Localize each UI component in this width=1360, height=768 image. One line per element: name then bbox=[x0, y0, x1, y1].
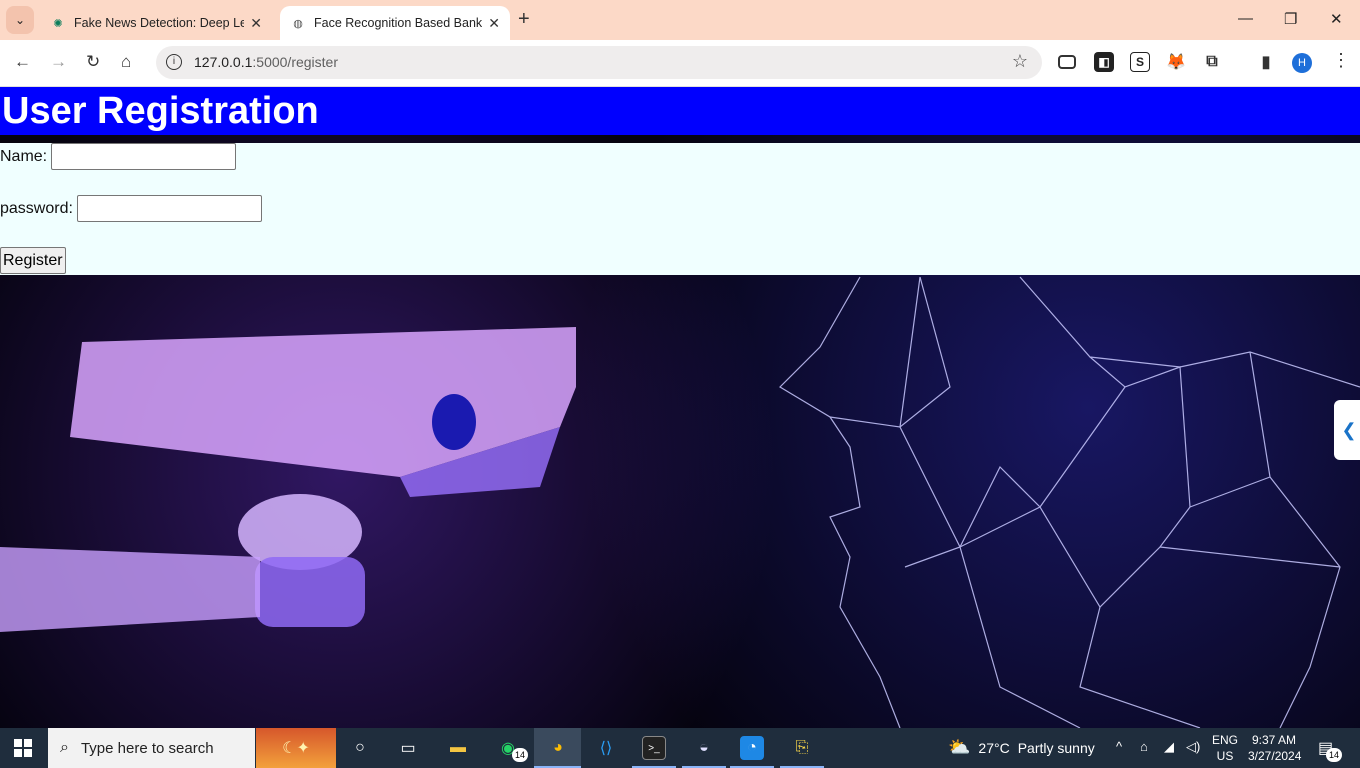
extension-icon[interactable]: ◧ bbox=[1094, 52, 1114, 72]
password-label: password: bbox=[0, 199, 73, 217]
meet-now-icon[interactable]: ⌂ bbox=[1140, 739, 1148, 754]
back-icon[interactable]: ← bbox=[14, 52, 31, 72]
registration-form: Name: password: Register bbox=[0, 143, 1360, 275]
restore-icon[interactable]: ❐ bbox=[1284, 10, 1297, 28]
vscode-icon[interactable]: ⟨⟩ bbox=[594, 736, 618, 760]
page-title: User Registration bbox=[2, 90, 319, 132]
close-icon[interactable]: ✕ bbox=[488, 15, 500, 32]
search-icon: ⌕ bbox=[60, 739, 69, 756]
python-icon[interactable]: ⎘ bbox=[790, 736, 814, 760]
weather-widget[interactable]: ⛅ 27°C Partly sunny bbox=[948, 737, 1095, 758]
puzzle-extensions-icon[interactable]: ⧉ bbox=[1202, 52, 1222, 72]
language-indicator[interactable]: ENG US bbox=[1212, 732, 1238, 764]
weather-text: Partly sunny bbox=[1017, 739, 1095, 756]
globe-icon: ◍ bbox=[293, 17, 303, 30]
more-menu-icon[interactable]: ⋮ bbox=[1332, 50, 1350, 71]
search-placeholder: Type here to search bbox=[80, 739, 214, 757]
forward-icon[interactable]: → bbox=[50, 52, 67, 72]
windows-start-icon[interactable] bbox=[14, 739, 32, 757]
reload-icon[interactable]: ↻ bbox=[86, 52, 100, 72]
tab-title: Fake News Detection: Deep Lea bbox=[74, 16, 245, 30]
home-icon[interactable]: ⌂ bbox=[121, 52, 131, 72]
tab-search-button[interactable]: ⌄ bbox=[6, 6, 34, 34]
task-view-icon[interactable]: ▭ bbox=[396, 736, 420, 760]
search-highlight-icon[interactable]: ☾✦ bbox=[256, 728, 336, 768]
profile-initial: H bbox=[1298, 57, 1306, 69]
register-button[interactable]: Register bbox=[0, 247, 66, 274]
s-extension-icon[interactable]: S bbox=[1130, 52, 1150, 72]
close-icon[interactable]: ✕ bbox=[250, 15, 262, 32]
notification-badge: 14 bbox=[1326, 748, 1342, 762]
tab-face-recognition[interactable]: ◍ Face Recognition Based Banking ✕ bbox=[280, 6, 510, 40]
url-host: 127.0.0.1 bbox=[194, 54, 253, 70]
file-explorer-icon[interactable]: ▬ bbox=[446, 736, 470, 760]
language-code: ENG bbox=[1212, 733, 1239, 747]
chevron-up-icon[interactable]: ^ bbox=[1116, 739, 1122, 754]
clock-date: 3/27/2024 bbox=[1248, 749, 1302, 763]
tab-fake-news[interactable]: ✺ Fake News Detection: Deep Lea ✕ bbox=[40, 6, 272, 40]
network-icon[interactable]: ◢ bbox=[1164, 739, 1174, 755]
anaconda-icon[interactable]: ◒ bbox=[692, 736, 716, 760]
partly-sunny-icon: ⛅ bbox=[948, 737, 971, 757]
chevron-left-icon: ❮ bbox=[1341, 419, 1357, 440]
chrome-icon[interactable]: ◕ bbox=[546, 736, 570, 760]
chevron-down-icon: ⌄ bbox=[14, 13, 26, 27]
taskbar-search[interactable]: ⌕ Type here to search bbox=[48, 728, 255, 768]
minimize-icon[interactable]: — bbox=[1238, 10, 1253, 27]
name-label: Name: bbox=[0, 147, 48, 165]
terminal-icon[interactable]: >_ bbox=[642, 736, 666, 760]
side-panel-toggle[interactable]: ❮ bbox=[1334, 400, 1360, 460]
metamask-icon[interactable]: 🦊 bbox=[1166, 52, 1186, 72]
page-header: User Registration bbox=[0, 87, 1360, 135]
windows-taskbar: ⌕ Type here to search ☾✦ ○ ▭ ▬ ◉ 14 ◕ ⟨⟩… bbox=[0, 728, 1360, 768]
bookmark-star-icon[interactable]: ☆ bbox=[1012, 51, 1028, 72]
whatsapp-badge: 14 bbox=[512, 748, 528, 762]
password-row: password: bbox=[0, 195, 262, 222]
tab-strip: ⌄ ✺ Fake News Detection: Deep Lea ✕ ◍ Fa… bbox=[0, 0, 1360, 40]
name-row: Name: bbox=[0, 143, 237, 170]
openai-icon: ✺ bbox=[53, 17, 63, 30]
web-page: User Registration Name: password: Regist… bbox=[0, 87, 1360, 728]
clock-time: 9:37 AM bbox=[1251, 733, 1297, 747]
volume-icon[interactable]: ◁) bbox=[1186, 739, 1200, 755]
password-input[interactable] bbox=[76, 195, 262, 222]
tab-title: Face Recognition Based Banking bbox=[314, 16, 483, 30]
app-icon[interactable]: ◔ bbox=[740, 736, 764, 760]
url-text[interactable]: 127.0.0.1:5000/register bbox=[194, 54, 338, 70]
picture-in-picture-icon[interactable] bbox=[1058, 55, 1076, 69]
weather-temp: 27°C bbox=[978, 739, 1010, 756]
site-info-icon[interactable]: i bbox=[166, 54, 182, 70]
region-code: US bbox=[1216, 749, 1234, 763]
side-panel-icon[interactable]: ▮ bbox=[1256, 52, 1276, 72]
cortana-icon[interactable]: ○ bbox=[348, 736, 372, 760]
address-bar[interactable]: i 127.0.0.1:5000/register ☆ bbox=[156, 46, 1042, 79]
browser-toolbar: ← → ↻ ⌂ i 127.0.0.1:5000/register ☆ ◧ S … bbox=[0, 40, 1360, 87]
name-input[interactable] bbox=[51, 143, 237, 170]
clock[interactable]: 9:37 AM 3/27/2024 bbox=[1248, 732, 1302, 764]
close-window-icon[interactable]: ✕ bbox=[1330, 10, 1343, 28]
url-path: :5000/register bbox=[252, 54, 338, 70]
profile-avatar[interactable]: H bbox=[1292, 53, 1312, 73]
new-tab-icon[interactable]: + bbox=[518, 8, 530, 31]
